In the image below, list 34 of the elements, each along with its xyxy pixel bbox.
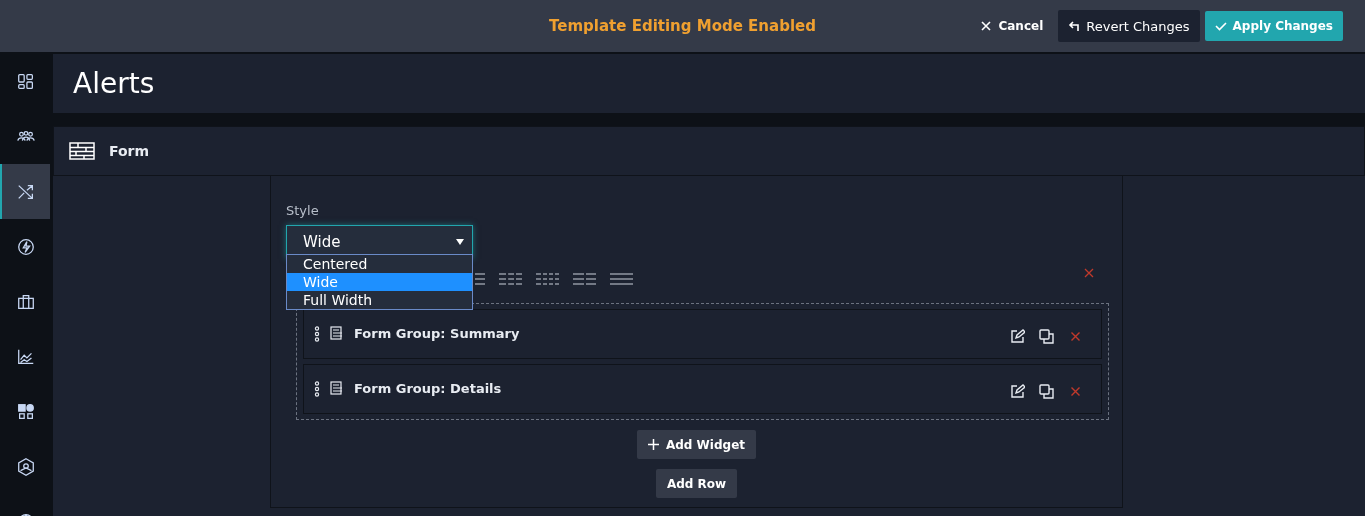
section-title: Form [109,143,150,159]
close-icon [980,20,993,32]
form-icon [69,142,95,160]
form-group-icon [330,381,344,395]
form-group-icon [330,326,344,340]
delete-row-icon[interactable] [1084,268,1094,278]
drag-handle-icon[interactable] [314,381,320,397]
revert-button[interactable]: Revert Changes [1058,10,1200,42]
field-label: Style [286,203,319,218]
add-widget-button[interactable]: Add Widget [636,430,757,459]
dashboard-icon [16,71,36,92]
drag-handle-icon[interactable] [314,326,320,342]
widget-title: Form Group: Summary [354,326,521,341]
apps-icon [16,401,36,422]
layout-icon[interactable] [610,272,634,286]
copy-icon[interactable] [1039,384,1054,399]
plus-icon [647,439,659,450]
page-title: Alerts [73,67,155,100]
widget-title: Form Group: Details [354,381,503,396]
hexagon-icon [16,456,36,477]
copy-icon[interactable] [1039,329,1054,344]
dropdown-option[interactable]: Full Width [287,291,472,309]
cancel-button[interactable]: Cancel [970,11,1054,41]
caret-icon [456,239,464,245]
add-row-button[interactable]: Add Row [655,469,738,498]
layout-icon[interactable] [573,272,597,286]
bolt-icon [16,236,36,257]
undo-icon [1068,20,1081,32]
layout-icon[interactable] [499,272,523,286]
edit-icon[interactable] [1010,329,1025,344]
layout-icon[interactable] [536,272,560,286]
check-icon [1214,20,1227,32]
mode-title: Template Editing Mode Enabled [549,17,816,35]
edit-icon[interactable] [1010,384,1025,399]
